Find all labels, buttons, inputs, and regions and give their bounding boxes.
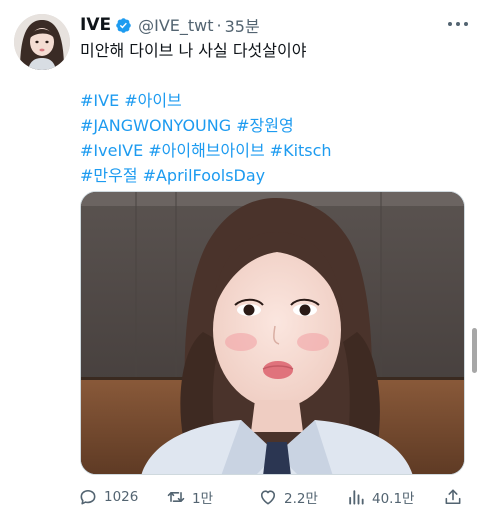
hashtag-link[interactable]: #만우절 bbox=[80, 166, 138, 185]
share-button[interactable] bbox=[443, 484, 469, 510]
hashtag-link[interactable]: #아이해브아이브 bbox=[148, 141, 264, 160]
hashtag-link[interactable]: #장원영 bbox=[236, 116, 294, 135]
more-options-icon[interactable] bbox=[448, 16, 468, 32]
author-name[interactable]: IVE bbox=[80, 15, 111, 35]
hashtag-line: #JANGWONYOUNG #장원영 bbox=[80, 113, 468, 138]
scrollbar-thumb[interactable] bbox=[472, 328, 477, 373]
hashtag-link[interactable]: #AprilFoolsDay bbox=[143, 166, 266, 185]
selfie-photo-icon bbox=[81, 192, 464, 474]
tweet-text: 미안해 다이브 나 사실 다섯살이야 bbox=[80, 41, 307, 60]
header-separator: · bbox=[216, 15, 222, 35]
hashtag-link[interactable]: #JANGWONYOUNG bbox=[80, 116, 231, 135]
hashtag-link[interactable]: #IveIVE bbox=[80, 141, 143, 160]
reply-icon bbox=[80, 489, 96, 505]
tweet-action-bar: 1026 1만 2.2만 40.1만 bbox=[78, 484, 470, 510]
reply-count: 1026 bbox=[104, 489, 139, 505]
hashtag-link[interactable]: #Kitsch bbox=[270, 141, 332, 160]
tweet-timestamp[interactable]: 35분 bbox=[225, 13, 260, 37]
verified-badge-icon bbox=[116, 17, 131, 33]
share-icon bbox=[445, 489, 461, 505]
views-chart-icon bbox=[349, 490, 364, 505]
reply-button[interactable]: 1026 bbox=[78, 484, 138, 510]
retweet-button[interactable]: 1만 bbox=[166, 484, 213, 510]
more-dot bbox=[464, 22, 468, 26]
hashtag-line: #IVE #아이브 bbox=[80, 88, 468, 113]
heart-icon bbox=[260, 490, 276, 505]
hashtag-line: #IveIVE #아이해브아이브 #Kitsch bbox=[80, 138, 468, 163]
hashtag-link[interactable]: #아이브 bbox=[124, 91, 182, 110]
retweet-icon bbox=[167, 492, 185, 502]
hashtag-block: #IVE #아이브 #JANGWONYOUNG #장원영 #IveIVE #아이해브아… bbox=[80, 88, 468, 188]
tweet-header: IVE @IVE_twt · 35분 bbox=[80, 13, 260, 37]
more-dot bbox=[448, 22, 452, 26]
more-dot bbox=[456, 22, 460, 26]
author-handle[interactable]: @IVE_twt bbox=[138, 16, 213, 35]
tweet-media-photo[interactable] bbox=[80, 191, 465, 475]
view-count: 40.1만 bbox=[372, 491, 415, 507]
tweet-card[interactable]: IVE @IVE_twt · 35분 미안해 다이브 나 사실 다섯살이야 #I… bbox=[0, 0, 480, 519]
hashtag-line: #만우절 #AprilFoolsDay bbox=[80, 163, 468, 188]
profile-photo-icon bbox=[14, 14, 70, 70]
retweet-count: 1만 bbox=[192, 491, 214, 507]
hashtag-link[interactable]: #IVE bbox=[80, 91, 119, 110]
like-count: 2.2만 bbox=[284, 491, 318, 507]
views-button[interactable]: 40.1만 bbox=[346, 484, 414, 510]
like-button[interactable]: 2.2만 bbox=[258, 484, 318, 510]
author-avatar[interactable] bbox=[14, 14, 70, 70]
